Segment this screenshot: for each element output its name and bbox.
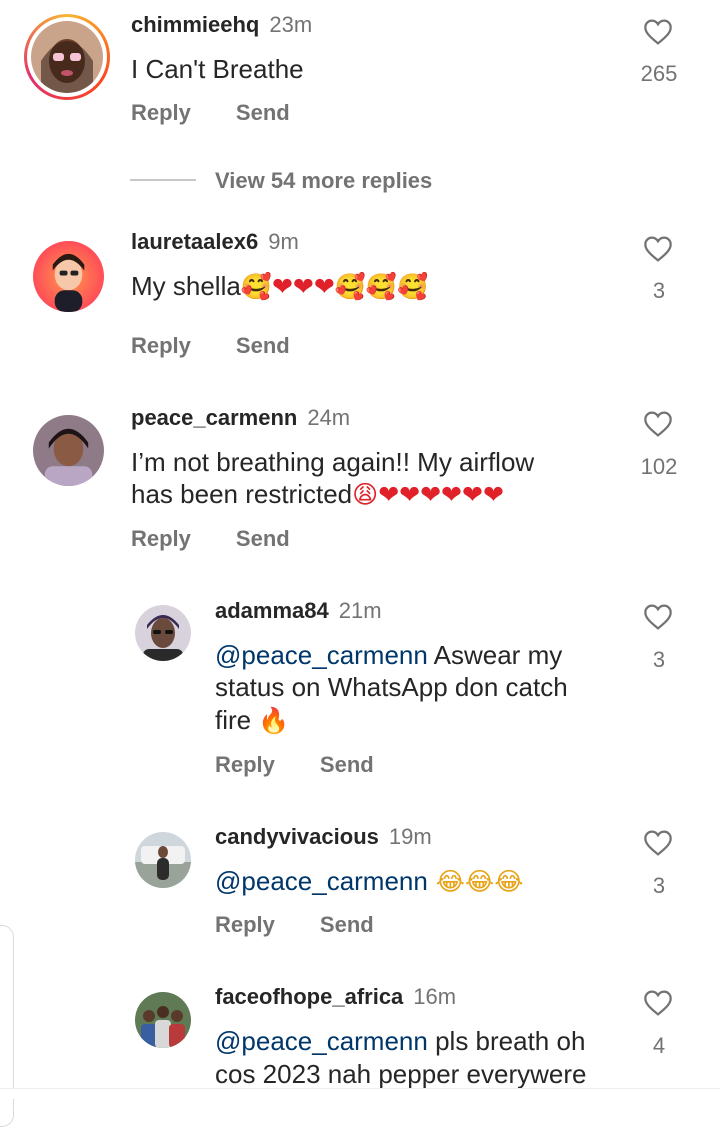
reply-text-content: Aswear my [427, 640, 563, 670]
like-count[interactable]: 3 [624, 873, 694, 899]
comment-text: My shella🥰❤❤❤🥰🥰🥰 [131, 270, 428, 303]
view-more-replies-button[interactable]: View 54 more replies [215, 168, 432, 194]
bottom-bar [0, 1088, 720, 1099]
mention-link[interactable]: @peace_carmenn [215, 640, 428, 670]
like-count[interactable]: 265 [624, 61, 694, 87]
comment-actions: Reply Send [131, 100, 335, 126]
comment-text-content: has been restricted [131, 479, 353, 509]
send-button[interactable]: Send [320, 912, 374, 938]
comment-text-line2: has been restricted😩❤❤❤❤❤❤ [131, 478, 504, 511]
reply-text: @peace_carmenn 😂😂😂 [215, 865, 523, 898]
username[interactable]: faceofhope_africa [215, 984, 403, 1009]
laughing-emojis: 😂😂😂 [427, 867, 524, 896]
heart-outline-icon[interactable] [641, 233, 675, 265]
like-count[interactable]: 102 [624, 454, 694, 480]
reply-button[interactable]: Reply [215, 912, 275, 938]
reply-meta: candyvivacious 19m [215, 824, 432, 850]
timestamp: 9m [268, 229, 299, 254]
username[interactable]: chimmieehq [131, 12, 259, 37]
reply-button[interactable]: Reply [131, 526, 191, 552]
reply-text-line1: @peace_carmenn pls breath oh [215, 1025, 585, 1057]
timestamp: 24m [307, 405, 351, 430]
reply-button[interactable]: Reply [215, 752, 275, 778]
username[interactable]: candyvivacious [215, 824, 379, 849]
avatar[interactable] [33, 415, 104, 486]
reply-meta: adamma84 21m [215, 598, 382, 624]
heart-outline-icon[interactable] [641, 16, 675, 48]
comment-actions: Reply Send [131, 333, 335, 359]
send-button[interactable]: Send [236, 333, 290, 359]
reply-text-line1: @peace_carmenn Aswear my [215, 639, 562, 671]
comment-text-content: My shella [131, 271, 241, 301]
heart-outline-icon[interactable] [641, 827, 675, 859]
reply-text-content: fire [215, 705, 259, 735]
timestamp: 21m [338, 598, 382, 623]
reply-button[interactable]: Reply [131, 333, 191, 359]
avatar[interactable] [135, 992, 191, 1048]
avatar[interactable] [33, 241, 104, 312]
timestamp: 16m [413, 984, 457, 1009]
fire-emoji: 🔥 [258, 706, 290, 735]
comment-meta: lauretaalex6 9m [131, 229, 299, 255]
comment-meta: chimmieehq 23m [131, 12, 312, 38]
mention-link[interactable]: @peace_carmenn [215, 866, 428, 896]
like-count[interactable]: 3 [624, 647, 694, 673]
avatar [31, 21, 103, 93]
like-count[interactable]: 4 [624, 1033, 694, 1059]
reply-button[interactable]: Reply [131, 100, 191, 126]
username[interactable]: lauretaalex6 [131, 229, 258, 254]
timestamp: 19m [388, 824, 432, 849]
mention-link[interactable]: @peace_carmenn [215, 1026, 428, 1056]
comment-emojis: 🥰❤❤❤🥰🥰🥰 [240, 272, 429, 301]
username[interactable]: adamma84 [215, 598, 329, 623]
reply-actions: Reply Send [215, 752, 419, 778]
reply-text-line2: status on WhatsApp don catch [215, 672, 568, 702]
send-button[interactable]: Send [320, 752, 374, 778]
comment-actions: Reply Send [131, 526, 335, 552]
comment-emojis: 😩❤❤❤❤❤❤ [352, 480, 504, 509]
comment-meta: peace_carmenn 24m [131, 405, 350, 431]
reply-meta: faceofhope_africa 16m [215, 984, 456, 1010]
comment-text: I Can't Breathe [131, 54, 304, 84]
reply-text-content: pls breath oh [427, 1026, 586, 1056]
comment-text-line1: I’m not breathing again!! My airflow [131, 447, 535, 477]
timestamp: 23m [269, 12, 313, 37]
reply-text-line3: fire 🔥 [215, 704, 289, 737]
username[interactable]: peace_carmenn [131, 405, 297, 430]
heart-outline-icon[interactable] [641, 408, 675, 440]
heart-outline-icon[interactable] [641, 601, 675, 633]
reply-actions: Reply Send [215, 912, 419, 938]
replies-divider [130, 179, 196, 181]
send-button[interactable]: Send [236, 526, 290, 552]
send-button[interactable]: Send [236, 100, 290, 126]
reply-text-line2: cos 2023 nah pepper everywere [215, 1059, 587, 1089]
avatar[interactable] [135, 605, 191, 661]
like-count[interactable]: 3 [624, 278, 694, 304]
avatar[interactable] [135, 832, 191, 888]
story-ring[interactable] [24, 14, 110, 100]
heart-outline-icon[interactable] [641, 987, 675, 1019]
